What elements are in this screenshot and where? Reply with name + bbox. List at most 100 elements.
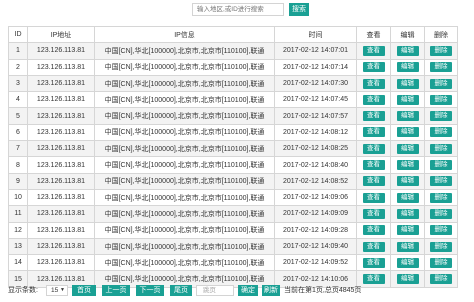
view-button[interactable]: 查看 [362, 45, 385, 56]
delete-button[interactable]: 删除 [430, 208, 452, 219]
edit-button[interactable]: 编辑 [396, 62, 419, 73]
view-button[interactable]: 查看 [362, 225, 385, 236]
cell-edit: 编辑 [390, 91, 425, 109]
search-button[interactable]: 搜索 [289, 3, 309, 16]
view-button[interactable]: 查看 [362, 62, 385, 73]
edit-button[interactable]: 编辑 [396, 143, 419, 154]
delete-button[interactable]: 删除 [430, 143, 452, 154]
view-button[interactable]: 查看 [362, 241, 385, 252]
cell-ip: 123.126.113.81 [27, 172, 95, 190]
view-button[interactable]: 查看 [362, 127, 385, 138]
edit-button[interactable]: 编辑 [396, 257, 419, 268]
cell-time: 2017-02-12 14:08:52 [274, 172, 357, 190]
cell-time: 2017-02-12 14:09:40 [274, 237, 357, 256]
search-bar: 搜索 [0, 3, 474, 17]
edit-button[interactable]: 编辑 [396, 160, 419, 171]
view-button[interactable]: 查看 [362, 176, 385, 187]
delete-button[interactable]: 删除 [430, 62, 452, 73]
view-button[interactable]: 查看 [362, 274, 385, 285]
cell-delete: 删除 [424, 221, 458, 239]
delete-button[interactable]: 删除 [430, 45, 452, 56]
next-page-button[interactable]: 下一页 [136, 285, 164, 296]
cell-delete: 删除 [424, 188, 458, 207]
confirm-button[interactable]: 确定 [238, 285, 258, 296]
table-body: 1 123.126.113.81 中国[CN],华北[100000],北京市,北京市… [8, 42, 458, 288]
view-button[interactable]: 查看 [362, 192, 385, 203]
cell-view: 查看 [356, 58, 391, 76]
search-input[interactable] [192, 3, 284, 16]
view-button[interactable]: 查看 [362, 143, 385, 154]
cell-ip-info: 中国[CN],华北[100000],北京市,北京市[110100],联通 [94, 156, 275, 174]
cell-id: 8 [8, 156, 28, 174]
delete-button[interactable]: 删除 [430, 94, 452, 105]
cell-id: 7 [8, 140, 28, 158]
prev-page-button[interactable]: 上一页 [102, 285, 130, 296]
view-button[interactable]: 查看 [362, 160, 385, 171]
table-header-row: ID IP地址 IP信息 时间 查看 编辑 删除 [8, 25, 458, 44]
cell-id: 9 [8, 172, 28, 190]
view-button[interactable]: 查看 [362, 94, 385, 105]
cell-edit: 编辑 [390, 254, 425, 272]
triangle-down-icon: ▼ [60, 287, 65, 293]
delete-button[interactable]: 删除 [430, 225, 452, 236]
page-size-select[interactable]: 15 ▼ [46, 285, 68, 296]
view-button[interactable]: 查看 [362, 208, 385, 219]
cell-edit: 编辑 [390, 107, 425, 125]
cell-edit: 编辑 [390, 205, 425, 223]
cell-ip-info: 中国[CN],华北[100000],北京市,北京市[110100],联通 [94, 107, 275, 125]
view-button[interactable]: 查看 [362, 257, 385, 268]
refresh-button[interactable]: 刷新 [262, 285, 280, 296]
edit-button[interactable]: 编辑 [396, 241, 419, 252]
cell-time: 2017-02-12 14:09:52 [274, 254, 357, 272]
delete-button[interactable]: 删除 [430, 241, 452, 252]
edit-button[interactable]: 编辑 [396, 176, 419, 187]
edit-button[interactable]: 编辑 [396, 192, 419, 203]
cell-id: 5 [8, 107, 28, 125]
delete-button[interactable]: 删除 [430, 257, 452, 268]
delete-button[interactable]: 删除 [430, 78, 452, 89]
cell-ip: 123.126.113.81 [27, 107, 95, 125]
cell-ip-info: 中国[CN],华北[100000],北京市,北京市[110100],联通 [94, 42, 275, 60]
table-row: 7 123.126.113.81 中国[CN],华北[100000],北京市,北京市… [8, 140, 458, 158]
cell-ip-info: 中国[CN],华北[100000],北京市,北京市[110100],联通 [94, 91, 275, 109]
table-row: 5 123.126.113.81 中国[CN],华北[100000],北京市,北京市… [8, 107, 458, 125]
view-button[interactable]: 查看 [362, 111, 385, 122]
cell-delete: 删除 [424, 156, 458, 174]
cell-view: 查看 [356, 91, 391, 109]
first-page-button[interactable]: 首页 [72, 285, 96, 296]
cell-time: 2017-02-12 14:07:14 [274, 58, 357, 76]
last-page-button[interactable]: 尾页 [170, 285, 192, 296]
view-button[interactable]: 查看 [362, 78, 385, 89]
delete-button[interactable]: 删除 [430, 111, 452, 122]
edit-button[interactable]: 编辑 [396, 274, 419, 285]
page-info: 当前在第1页,总页4845页 [284, 287, 362, 294]
delete-button[interactable]: 删除 [430, 274, 452, 285]
cell-ip: 123.126.113.81 [27, 42, 95, 60]
edit-button[interactable]: 编辑 [396, 45, 419, 56]
cell-ip: 123.126.113.81 [27, 74, 95, 93]
delete-button[interactable]: 删除 [430, 160, 452, 171]
edit-button[interactable]: 编辑 [396, 208, 419, 219]
cell-id: 2 [8, 58, 28, 76]
header-delete: 删除 [424, 25, 458, 44]
cell-id: 1 [8, 42, 28, 60]
delete-button[interactable]: 删除 [430, 127, 452, 138]
cell-time: 2017-02-12 14:09:06 [274, 188, 357, 207]
edit-button[interactable]: 编辑 [396, 127, 419, 138]
cell-time: 2017-02-12 14:07:45 [274, 91, 357, 109]
cell-ip-info: 中国[CN],华北[100000],北京市,北京市[110100],联通 [94, 140, 275, 158]
edit-button[interactable]: 编辑 [396, 94, 419, 105]
cell-time: 2017-02-12 14:07:30 [274, 74, 357, 93]
table-row: 2 123.126.113.81 中国[CN],华北[100000],北京市,北京市… [8, 58, 458, 76]
edit-button[interactable]: 编辑 [396, 111, 419, 122]
cell-ip: 123.126.113.81 [27, 254, 95, 272]
cell-ip: 123.126.113.81 [27, 58, 95, 76]
edit-button[interactable]: 编辑 [396, 225, 419, 236]
delete-button[interactable]: 删除 [430, 176, 452, 187]
table-row: 1 123.126.113.81 中国[CN],华北[100000],北京市,北京市… [8, 42, 458, 60]
delete-button[interactable]: 删除 [430, 192, 452, 203]
table-row: 4 123.126.113.81 中国[CN],华北[100000],北京市,北京市… [8, 91, 458, 109]
cell-ip-info: 中国[CN],华北[100000],北京市,北京市[110100],联通 [94, 123, 275, 142]
goto-page-input[interactable]: 跳页 [196, 285, 234, 296]
edit-button[interactable]: 编辑 [396, 78, 419, 89]
